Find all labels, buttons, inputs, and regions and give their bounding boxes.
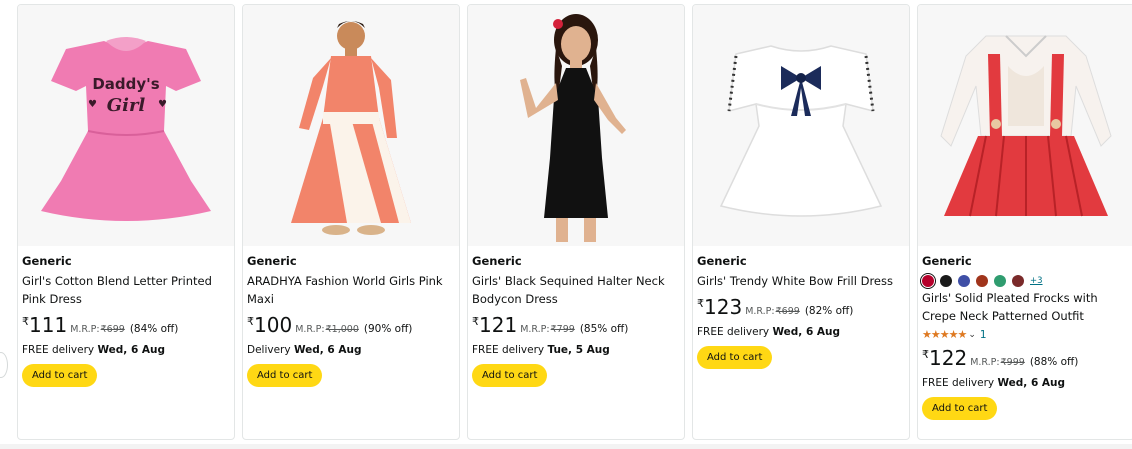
more-colors-link[interactable]: +3 bbox=[1030, 276, 1043, 286]
discount-text: (85% off) bbox=[579, 323, 629, 335]
price-row: ₹ 100 M.R.P: ₹1,000 (90% off) bbox=[247, 314, 455, 336]
color-swatch[interactable] bbox=[994, 275, 1006, 287]
price: 111 bbox=[29, 313, 68, 337]
product-image[interactable]: Daddy's Girl ♥ ♥ bbox=[18, 5, 234, 246]
color-swatch[interactable] bbox=[919, 272, 937, 290]
delivery-info: FREE delivery Wed, 6 Aug bbox=[22, 344, 230, 356]
currency-symbol: ₹ bbox=[22, 315, 29, 328]
product-card: Daddy's Girl ♥ ♥ Generic Girl's Cotton B… bbox=[17, 4, 235, 440]
product-title[interactable]: Girls' Solid Pleated Frocks with Crepe N… bbox=[922, 289, 1130, 325]
brand-name: Generic bbox=[922, 254, 972, 268]
product-image[interactable] bbox=[243, 5, 459, 246]
chevron-down-icon: ⌄ bbox=[968, 329, 976, 340]
product-title[interactable]: Girl's Cotton Blend Letter Printed Pink … bbox=[22, 272, 230, 308]
svg-text:♥: ♥ bbox=[158, 99, 167, 110]
mrp-value: ₹1,000 bbox=[325, 324, 359, 335]
delivery-date: Wed, 6 Aug bbox=[97, 344, 166, 356]
mrp-label: M.R.P: bbox=[70, 324, 100, 335]
delivery-date: Wed, 6 Aug bbox=[772, 326, 841, 338]
price: 100 bbox=[254, 313, 293, 337]
mrp-label: M.R.P: bbox=[520, 324, 550, 335]
product-image[interactable] bbox=[468, 5, 684, 246]
delivery-prefix: FREE delivery bbox=[922, 377, 995, 389]
currency-symbol: ₹ bbox=[697, 297, 704, 310]
discount-text: (88% off) bbox=[1029, 356, 1079, 368]
white-bow-dress-image bbox=[719, 44, 883, 217]
product-image[interactable] bbox=[918, 5, 1132, 246]
print-text: Daddy's bbox=[92, 75, 159, 93]
rating-count[interactable]: 1 bbox=[980, 329, 987, 341]
next-row-edge bbox=[0, 444, 1132, 449]
color-swatch[interactable] bbox=[958, 275, 970, 287]
star-rating-icon: ★★★★★ bbox=[922, 328, 967, 341]
brand-name: Generic bbox=[247, 254, 297, 268]
delivery-info: FREE delivery Wed, 6 Aug bbox=[922, 377, 1130, 389]
mrp-label: M.R.P: bbox=[970, 357, 1000, 368]
delivery-date: Wed, 6 Aug bbox=[997, 377, 1066, 389]
add-to-cart-button[interactable]: Add to cart bbox=[472, 364, 548, 387]
brand-name: Generic bbox=[697, 254, 747, 268]
mrp-value: ₹999 bbox=[1000, 357, 1025, 368]
product-title[interactable]: Girls' Trendy White Bow Frill Dress bbox=[697, 272, 905, 290]
delivery-info: Delivery Wed, 6 Aug bbox=[247, 344, 455, 356]
add-to-cart-button[interactable]: Add to cart bbox=[22, 364, 98, 387]
mrp-label: M.R.P: bbox=[295, 324, 325, 335]
product-card: Generic Girls' Trendy White Bow Frill Dr… bbox=[692, 4, 910, 440]
delivery-info: FREE delivery Tue, 5 Aug bbox=[472, 344, 680, 356]
discount-text: (82% off) bbox=[804, 305, 854, 317]
brand-name: Generic bbox=[472, 254, 522, 268]
currency-symbol: ₹ bbox=[472, 315, 479, 328]
pink-dress-image: Daddy's Girl ♥ ♥ bbox=[41, 36, 211, 221]
delivery-prefix: FREE delivery bbox=[22, 344, 95, 356]
product-grid: Daddy's Girl ♥ ♥ Generic Girl's Cotton B… bbox=[17, 4, 1132, 440]
print-text: Girl bbox=[107, 95, 146, 116]
price-row: ₹ 121 M.R.P: ₹799 (85% off) bbox=[472, 314, 680, 336]
product-card: Generic Girls' Black Sequined Halter Nec… bbox=[467, 4, 685, 440]
price-row: ₹ 111 M.R.P: ₹699 (84% off) bbox=[22, 314, 230, 336]
brand-name: Generic bbox=[22, 254, 72, 268]
scroll-left-button[interactable] bbox=[0, 352, 8, 378]
mrp-value: ₹699 bbox=[100, 324, 125, 335]
currency-symbol: ₹ bbox=[922, 348, 929, 361]
price-row: ₹ 122 M.R.P: ₹999 (88% off) bbox=[922, 347, 1130, 369]
product-title[interactable]: ARADHYA Fashion World Girls Pink Maxi bbox=[247, 272, 455, 308]
price: 122 bbox=[929, 346, 968, 370]
delivery-prefix: FREE delivery bbox=[472, 344, 545, 356]
add-to-cart-button[interactable]: Add to cart bbox=[922, 397, 998, 420]
price-row: ₹ 123 M.R.P: ₹699 (82% off) bbox=[697, 296, 905, 318]
red-pleated-frock-image bbox=[940, 34, 1112, 216]
color-swatch[interactable] bbox=[1012, 275, 1024, 287]
mrp-label: M.R.P: bbox=[745, 306, 775, 317]
discount-text: (90% off) bbox=[363, 323, 413, 335]
delivery-date: Tue, 5 Aug bbox=[547, 344, 610, 356]
price: 121 bbox=[479, 313, 518, 337]
mrp-value: ₹699 bbox=[775, 306, 800, 317]
delivery-date: Wed, 6 Aug bbox=[293, 344, 362, 356]
delivery-prefix: Delivery bbox=[247, 344, 291, 356]
svg-text:♥: ♥ bbox=[88, 99, 97, 110]
color-swatches: +3 bbox=[919, 272, 1130, 290]
currency-symbol: ₹ bbox=[247, 315, 254, 328]
black-sequin-dress-image bbox=[520, 13, 626, 242]
delivery-info: FREE delivery Wed, 6 Aug bbox=[697, 326, 905, 338]
product-card: Generic +3 Girls' Solid Pleated Frocks w… bbox=[917, 4, 1132, 440]
product-title[interactable]: Girls' Black Sequined Halter Neck Bodyco… bbox=[472, 272, 680, 308]
discount-text: (84% off) bbox=[129, 323, 179, 335]
color-swatch[interactable] bbox=[976, 275, 988, 287]
peach-maxi-image bbox=[291, 20, 411, 235]
add-to-cart-button[interactable]: Add to cart bbox=[697, 346, 773, 369]
delivery-prefix: FREE delivery bbox=[697, 326, 770, 338]
mrp-value: ₹799 bbox=[550, 324, 575, 335]
product-card: Generic ARADHYA Fashion World Girls Pink… bbox=[242, 4, 460, 440]
product-image[interactable] bbox=[693, 5, 909, 246]
rating-row[interactable]: ★★★★★ ⌄ 1 bbox=[922, 328, 1130, 341]
color-swatch[interactable] bbox=[940, 275, 952, 287]
add-to-cart-button[interactable]: Add to cart bbox=[247, 364, 323, 387]
price: 123 bbox=[704, 295, 743, 319]
